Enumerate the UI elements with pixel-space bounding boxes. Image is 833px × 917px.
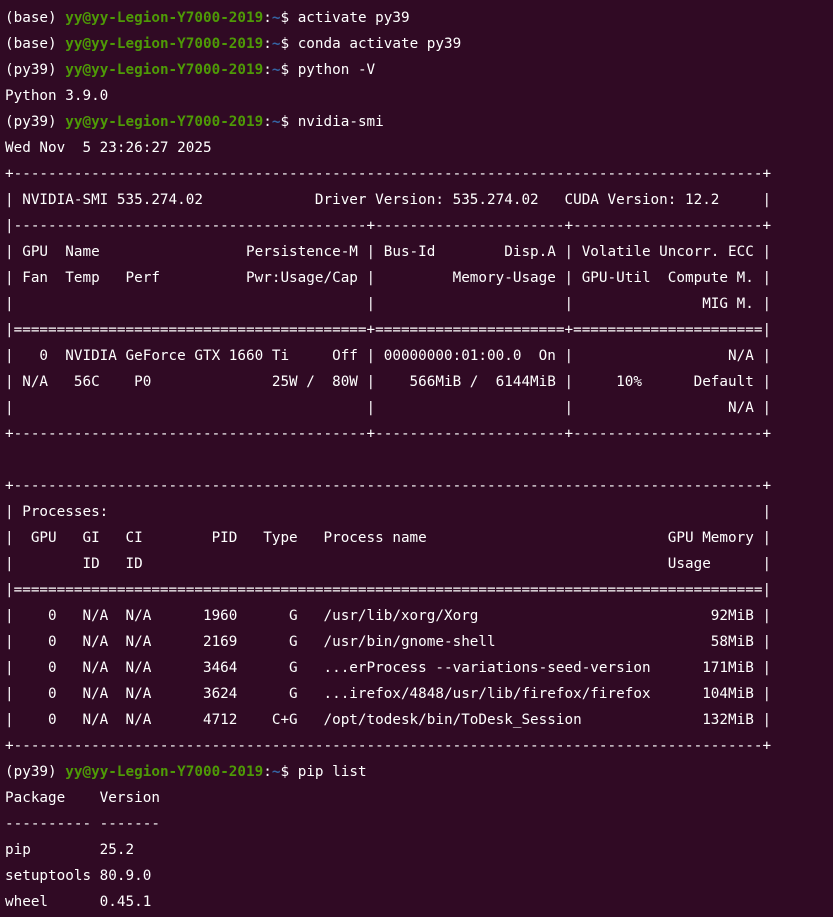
output-line: Package Version <box>5 790 160 806</box>
command-text: nvidia-smi <box>297 114 384 130</box>
conda-env: (py39) <box>5 114 66 130</box>
command-text: conda activate py39 <box>297 36 462 52</box>
prompt-separator: : <box>263 62 272 78</box>
prompt-line: (py39) yy@yy-Legion-Y7000-2019:~$ python… <box>5 57 833 83</box>
prompt-line: (py39) yy@yy-Legion-Y7000-2019:~$ pip li… <box>5 759 833 785</box>
output-line: |=======================================… <box>5 322 772 338</box>
output-line: +---------------------------------------… <box>5 478 772 494</box>
prompt-separator: : <box>263 114 272 130</box>
output-line: | GPU Name Persistence-M | Bus-Id Disp.A… <box>5 244 772 260</box>
prompt-line: (py39) yy@yy-Legion-Y7000-2019:~$ nvidia… <box>5 109 833 135</box>
prompt-symbol: $ <box>280 10 298 26</box>
output-line: | N/A 56C P0 25W / 80W | 566MiB / 6144Mi… <box>5 374 772 390</box>
output-line: Wed Nov 5 23:26:27 2025 <box>5 140 212 156</box>
output-line: | ID ID Usage | <box>5 556 772 572</box>
output-line: +---------------------------------------… <box>5 738 772 754</box>
command-text: pip list <box>297 764 367 780</box>
prompt-symbol: $ <box>280 62 298 78</box>
command-text: python -V <box>297 62 376 78</box>
output-line: | NVIDIA-SMI 535.274.02 Driver Version: … <box>5 192 772 208</box>
prompt-symbol: $ <box>280 114 298 130</box>
prompt-symbol: $ <box>280 764 298 780</box>
output-line: setuptools 80.9.0 <box>5 868 152 884</box>
output-line: | 0 NVIDIA GeForce GTX 1660 Ti Off | 000… <box>5 348 772 364</box>
conda-env: (py39) <box>5 62 66 78</box>
output-line: |=======================================… <box>5 582 772 598</box>
output-line: | 0 N/A N/A 3464 G ...erProcess --variat… <box>5 660 772 676</box>
prompt-separator: : <box>263 10 272 26</box>
output-line: |---------------------------------------… <box>5 218 772 234</box>
command-text: activate py39 <box>297 10 410 26</box>
output-line: | Processes: | <box>5 504 772 520</box>
output-line: | 0 N/A N/A 3624 G ...irefox/4848/usr/li… <box>5 686 772 702</box>
output-line: | | | MIG M. | <box>5 296 772 312</box>
output-line: Python 3.9.0 <box>5 88 109 104</box>
output-line: ---------- ------- <box>5 816 160 832</box>
output-line: | GPU GI CI PID Type Process name GPU Me… <box>5 530 772 546</box>
output-line: | | | N/A | <box>5 400 772 416</box>
prompt-separator: : <box>263 764 272 780</box>
output-line: wheel 0.45.1 <box>5 894 152 910</box>
output-line: | 0 N/A N/A 4712 C+G /opt/todesk/bin/ToD… <box>5 712 772 728</box>
prompt-line: (base) yy@yy-Legion-Y7000-2019:~$ activa… <box>5 5 833 31</box>
conda-env: (base) <box>5 10 66 26</box>
output-line: | Fan Temp Perf Pwr:Usage/Cap | Memory-U… <box>5 270 772 286</box>
prompt-symbol: $ <box>280 36 298 52</box>
output-line: | 0 N/A N/A 2169 G /usr/bin/gnome-shell … <box>5 634 772 650</box>
prompt-user-host: yy@yy-Legion-Y7000-2019 <box>65 764 264 780</box>
output-line: pip 25.2 <box>5 842 135 858</box>
output-line: | 0 N/A N/A 1960 G /usr/lib/xorg/Xorg 92… <box>5 608 772 624</box>
prompt-line: (base) yy@yy-Legion-Y7000-2019:~$ conda … <box>5 31 833 57</box>
conda-env: (base) <box>5 36 66 52</box>
output-line: +---------------------------------------… <box>5 426 772 442</box>
prompt-user-host: yy@yy-Legion-Y7000-2019 <box>65 36 264 52</box>
output-line: +---------------------------------------… <box>5 166 772 182</box>
prompt-user-host: yy@yy-Legion-Y7000-2019 <box>65 114 264 130</box>
prompt-separator: : <box>263 36 272 52</box>
conda-env: (py39) <box>5 764 66 780</box>
prompt-user-host: yy@yy-Legion-Y7000-2019 <box>65 62 264 78</box>
terminal-window[interactable]: (base) yy@yy-Legion-Y7000-2019:~$ activa… <box>0 0 833 917</box>
prompt-user-host: yy@yy-Legion-Y7000-2019 <box>65 10 264 26</box>
